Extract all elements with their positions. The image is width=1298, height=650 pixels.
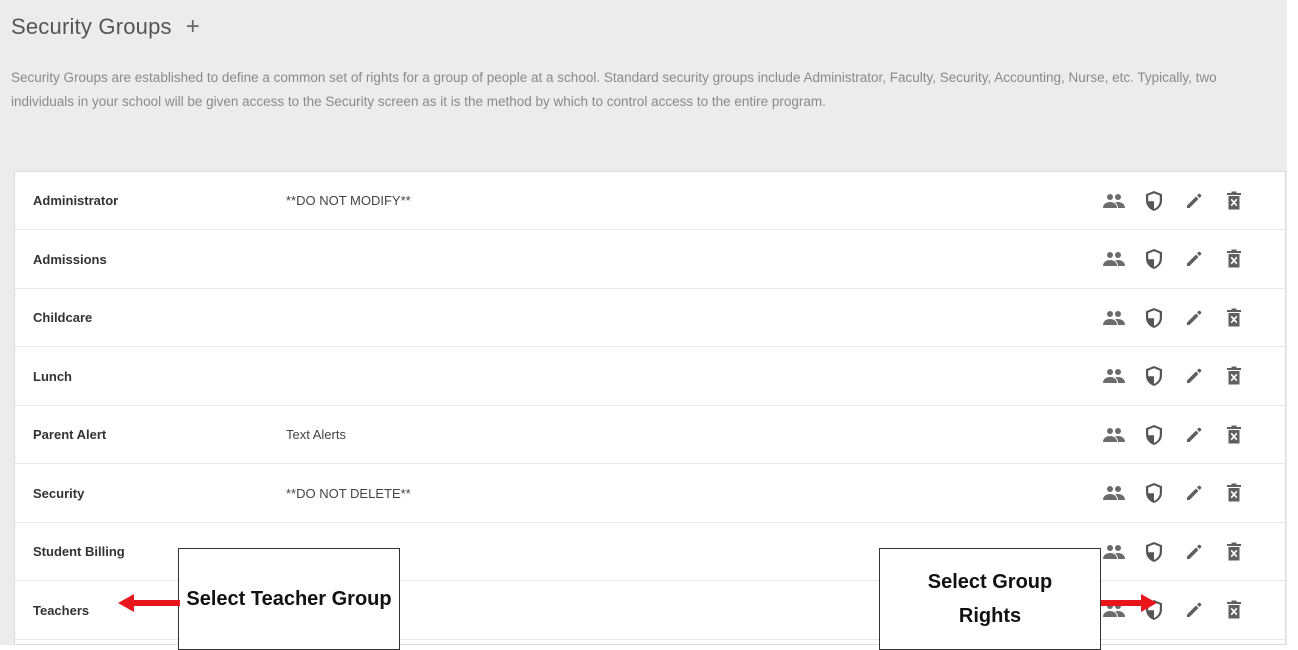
page-description: Security Groups are established to defin… — [11, 70, 1217, 109]
table-row[interactable]: Admissions — [15, 231, 1285, 289]
rights-button[interactable] — [1142, 365, 1166, 387]
trash-icon — [1226, 366, 1242, 386]
row-actions — [1102, 424, 1246, 446]
trash-icon — [1226, 249, 1242, 269]
rights-button[interactable] — [1142, 482, 1166, 504]
shield-icon — [1144, 307, 1164, 329]
edit-button[interactable] — [1182, 191, 1206, 211]
shield-icon — [1144, 190, 1164, 212]
members-button[interactable] — [1102, 251, 1126, 267]
pencil-icon — [1184, 191, 1204, 211]
table-row[interactable]: Administrator **DO NOT MODIFY** — [15, 172, 1285, 230]
people-icon — [1103, 310, 1125, 326]
people-icon — [1103, 193, 1125, 209]
rights-button[interactable] — [1142, 541, 1166, 563]
trash-icon — [1226, 425, 1242, 445]
delete-button[interactable] — [1222, 308, 1246, 328]
shield-icon — [1144, 541, 1164, 563]
delete-button[interactable] — [1222, 366, 1246, 386]
rights-button[interactable] — [1142, 248, 1166, 270]
shield-icon — [1144, 424, 1164, 446]
delete-button[interactable] — [1222, 600, 1246, 620]
trash-icon — [1226, 191, 1242, 211]
row-actions — [1102, 307, 1246, 329]
edit-button[interactable] — [1182, 483, 1206, 503]
edit-button[interactable] — [1182, 308, 1206, 328]
pencil-icon — [1184, 483, 1204, 503]
row-actions — [1102, 365, 1246, 387]
group-description: Text Alerts — [286, 427, 346, 442]
trash-icon — [1226, 542, 1242, 562]
table-row[interactable]: Parent Alert Text Alerts — [15, 406, 1285, 464]
group-name[interactable]: Administrator — [33, 193, 118, 208]
callout-rights-text: Select Group Rights — [927, 571, 1053, 627]
members-button[interactable] — [1102, 368, 1126, 384]
page-title: Security Groups — [11, 14, 172, 39]
delete-button[interactable] — [1222, 191, 1246, 211]
members-button[interactable] — [1102, 544, 1126, 560]
trash-icon — [1226, 308, 1242, 328]
rights-button[interactable] — [1142, 307, 1166, 329]
group-name[interactable]: Security — [33, 486, 84, 501]
pencil-icon — [1184, 425, 1204, 445]
members-button[interactable] — [1102, 193, 1126, 209]
shield-icon — [1144, 365, 1164, 387]
pencil-icon — [1184, 249, 1204, 269]
page-header: Security Groups + — [11, 14, 200, 40]
delete-button[interactable] — [1222, 249, 1246, 269]
row-actions — [1102, 190, 1246, 212]
people-icon — [1103, 544, 1125, 560]
add-group-button[interactable]: + — [186, 15, 200, 39]
people-icon — [1103, 427, 1125, 443]
row-actions — [1102, 482, 1246, 504]
members-button[interactable] — [1102, 310, 1126, 326]
pencil-icon — [1184, 308, 1204, 328]
table-row[interactable]: Childcare — [15, 289, 1285, 347]
group-name[interactable]: Student Billing — [33, 544, 125, 559]
arrow-to-rights-icon — [1101, 594, 1157, 612]
shield-icon — [1144, 482, 1164, 504]
pencil-icon — [1184, 542, 1204, 562]
trash-icon — [1226, 483, 1242, 503]
delete-button[interactable] — [1222, 483, 1246, 503]
edit-button[interactable] — [1182, 366, 1206, 386]
group-name[interactable]: Parent Alert — [33, 427, 106, 442]
callout-teacher-text: Select Teacher Group — [186, 588, 392, 610]
group-name[interactable]: Lunch — [33, 369, 72, 384]
callout-select-teacher-group: Select Teacher Group — [178, 548, 400, 650]
group-name[interactable]: Childcare — [33, 310, 92, 325]
arrow-to-teachers-icon — [118, 594, 180, 612]
row-actions — [1102, 248, 1246, 270]
people-icon — [1103, 368, 1125, 384]
people-icon — [1103, 485, 1125, 501]
table-row[interactable]: Security **DO NOT DELETE** — [15, 465, 1285, 523]
people-icon — [1103, 251, 1125, 267]
edit-button[interactable] — [1182, 600, 1206, 620]
group-description: **DO NOT MODIFY** — [286, 193, 411, 208]
shield-icon — [1144, 248, 1164, 270]
trash-icon — [1226, 600, 1242, 620]
rights-button[interactable] — [1142, 424, 1166, 446]
group-name[interactable]: Teachers — [33, 603, 89, 618]
members-button[interactable] — [1102, 427, 1126, 443]
group-name[interactable]: Admissions — [33, 252, 107, 267]
row-actions — [1102, 541, 1246, 563]
edit-button[interactable] — [1182, 425, 1206, 445]
rights-button[interactable] — [1142, 190, 1166, 212]
edit-button[interactable] — [1182, 542, 1206, 562]
pencil-icon — [1184, 600, 1204, 620]
delete-button[interactable] — [1222, 425, 1246, 445]
pencil-icon — [1184, 366, 1204, 386]
table-row[interactable]: Lunch — [15, 348, 1285, 406]
edit-button[interactable] — [1182, 249, 1206, 269]
members-button[interactable] — [1102, 485, 1126, 501]
group-description: **DO NOT DELETE** — [286, 485, 411, 501]
callout-select-group-rights: Select Group Rights — [879, 548, 1101, 650]
delete-button[interactable] — [1222, 542, 1246, 562]
